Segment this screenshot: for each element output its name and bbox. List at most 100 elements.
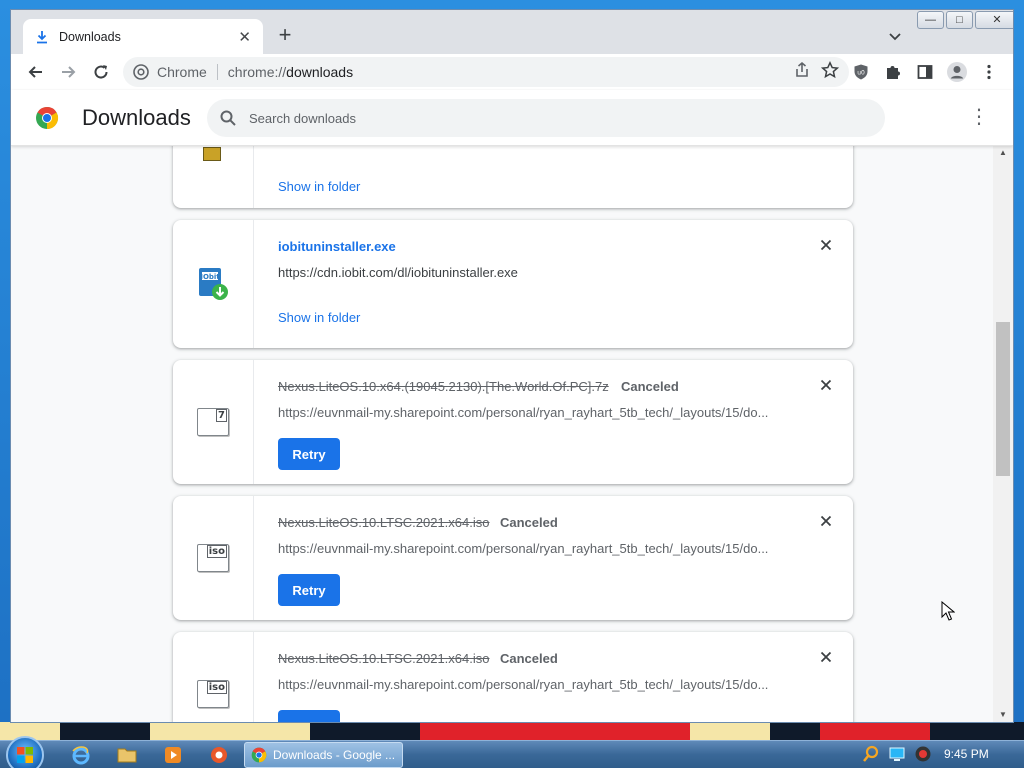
- window-controls: — □ ✕: [915, 11, 1013, 29]
- download-item: iso Nexus.LiteOS.10.LTSC.2021.x64.iso Ca…: [173, 632, 853, 722]
- site-label: Chrome: [157, 64, 207, 80]
- page-title: Downloads: [82, 105, 191, 130]
- iobit-app-icon: IObit: [199, 268, 228, 300]
- side-panel-button[interactable]: [913, 60, 937, 84]
- more-vert-icon: [987, 64, 991, 80]
- share-icon[interactable]: [793, 61, 811, 79]
- tab-downloads[interactable]: Downloads ✕: [23, 19, 263, 54]
- iso-file-icon: iso: [197, 680, 229, 708]
- close-icon: [820, 651, 832, 663]
- app-taskbar-icon[interactable]: [204, 744, 234, 766]
- file-icon-cell: 7: [173, 360, 254, 484]
- downloads-header: Downloads ⋮: [11, 90, 1013, 146]
- search-tray-icon[interactable]: [862, 745, 880, 763]
- puzzle-icon: [887, 66, 900, 79]
- browser-window: Downloads ✕ + — □ ✕ Chrome chrome://down…: [10, 9, 1014, 723]
- forward-button[interactable]: [56, 60, 80, 84]
- file-icon-cell: IObit: [173, 220, 254, 348]
- search-bar[interactable]: [207, 99, 885, 137]
- svg-text:IObit: IObit: [200, 273, 220, 281]
- system-tray: [862, 745, 932, 763]
- avatar-icon: [947, 62, 967, 82]
- retry-button[interactable]: Retry: [278, 438, 340, 470]
- ublock-extension-button[interactable]: u0: [849, 60, 873, 84]
- tab-search-button[interactable]: [885, 26, 905, 46]
- file-explorer-taskbar-icon[interactable]: [112, 744, 142, 766]
- file-url[interactable]: https://euvnmail-my.sharepoint.com/perso…: [278, 541, 778, 556]
- download-item: IObit iobituninstaller.exe https://cdn.i…: [173, 220, 853, 348]
- app-icon: [211, 747, 227, 763]
- system-clock[interactable]: 9:45 PM: [944, 747, 989, 761]
- browser-toolbar: Chrome chrome://downloads u0: [11, 54, 1013, 90]
- monitor-tray-icon[interactable]: [888, 745, 906, 763]
- scroll-down-arrow[interactable]: ▼: [993, 710, 1013, 722]
- download-item: 7 Nexus.LiteOS.10.x64.(19045.2130).[The.…: [173, 360, 853, 484]
- address-bar[interactable]: Chrome chrome://downloads: [123, 57, 849, 87]
- url-text: chrome://downloads: [228, 64, 353, 80]
- file-url[interactable]: https://cdn.iobit.com/dl/iobituninstalle…: [278, 265, 778, 280]
- remove-item-button[interactable]: [818, 379, 834, 395]
- file-name: Nexus.LiteOS.10.LTSC.2021.x64.iso: [278, 651, 490, 666]
- new-tab-button[interactable]: +: [273, 24, 297, 48]
- close-icon: [820, 379, 832, 391]
- page-scrollbar[interactable]: ▲ ▼: [993, 146, 1013, 722]
- tab-strip: Downloads ✕ + — □ ✕: [11, 10, 1013, 54]
- maximize-button[interactable]: □: [946, 11, 973, 29]
- close-icon: [820, 515, 832, 527]
- retry-button[interactable]: Retry: [278, 710, 340, 722]
- back-button[interactable]: [24, 60, 48, 84]
- shield-icon: u0: [854, 64, 868, 80]
- omnibox-separator: [216, 64, 218, 80]
- download-item: iso Nexus.LiteOS.10.LTSC.2021.x64.iso Ca…: [173, 496, 853, 620]
- tab-close-button[interactable]: ✕: [238, 28, 251, 46]
- start-button[interactable]: [6, 736, 44, 768]
- media-player-taskbar-icon[interactable]: [158, 744, 188, 766]
- file-icon: [203, 147, 221, 161]
- arrow-left-icon: [28, 66, 42, 78]
- scroll-up-arrow[interactable]: ▲: [993, 148, 1013, 160]
- minimize-button[interactable]: —: [917, 11, 944, 29]
- folder-icon: [117, 748, 137, 763]
- remove-item-button[interactable]: [818, 515, 834, 531]
- file-url[interactable]: https://euvnmail-my.sharepoint.com/perso…: [278, 677, 778, 692]
- file-url[interactable]: https://euvnmail-my.sharepoint.com/perso…: [278, 405, 778, 420]
- downloads-menu-button[interactable]: ⋮: [969, 107, 989, 128]
- chrome-taskbar-button[interactable]: Downloads - Google ...: [244, 742, 403, 768]
- side-panel-icon: [917, 65, 933, 79]
- svg-text:u0: u0: [857, 70, 865, 77]
- extensions-button[interactable]: [881, 60, 905, 84]
- remove-item-button[interactable]: [818, 239, 834, 255]
- archive-file-icon: 7: [197, 408, 229, 436]
- profile-button[interactable]: [945, 60, 969, 84]
- internet-explorer-taskbar-icon[interactable]: [66, 744, 96, 766]
- file-name: Nexus.LiteOS.10.LTSC.2021.x64.iso: [278, 515, 490, 530]
- file-name: Nexus.LiteOS.10.x64.(19045.2130).[The.Wo…: [278, 379, 609, 394]
- chrome-logo-icon: [36, 106, 59, 129]
- retry-button[interactable]: Retry: [278, 574, 340, 606]
- scroll-thumb[interactable]: [996, 322, 1010, 476]
- reload-button[interactable]: [89, 60, 113, 84]
- bookmark-star-icon[interactable]: [821, 61, 839, 79]
- downloads-list: Show in folder IObit iobituninstaller.ex…: [11, 146, 993, 722]
- chrome-icon: [133, 64, 149, 80]
- chevron-down-icon: [889, 33, 901, 41]
- file-name-link[interactable]: iobituninstaller.exe: [278, 239, 396, 254]
- windows-taskbar: Downloads - Google ... 9:45 PM: [0, 736, 1024, 768]
- chrome-icon: [251, 747, 267, 763]
- show-in-folder-link[interactable]: Show in folder: [278, 310, 360, 325]
- close-icon: [820, 239, 832, 251]
- show-in-folder-link[interactable]: Show in folder: [278, 179, 360, 194]
- desktop-wallpaper-strip: [0, 722, 1024, 740]
- status-label: Canceled: [500, 651, 558, 666]
- media-player-icon: [165, 747, 181, 763]
- chrome-menu-button[interactable]: [977, 60, 1001, 84]
- file-icon-cell: iso: [173, 632, 254, 722]
- url-scheme: chrome://: [227, 64, 287, 80]
- record-tray-icon[interactable]: [914, 745, 932, 763]
- search-icon: [220, 110, 236, 126]
- remove-item-button[interactable]: [818, 651, 834, 667]
- close-window-button[interactable]: ✕: [975, 11, 1013, 29]
- task-title: Downloads - Google ...: [273, 748, 396, 762]
- iso-file-icon: iso: [197, 544, 229, 572]
- search-input[interactable]: [249, 110, 849, 126]
